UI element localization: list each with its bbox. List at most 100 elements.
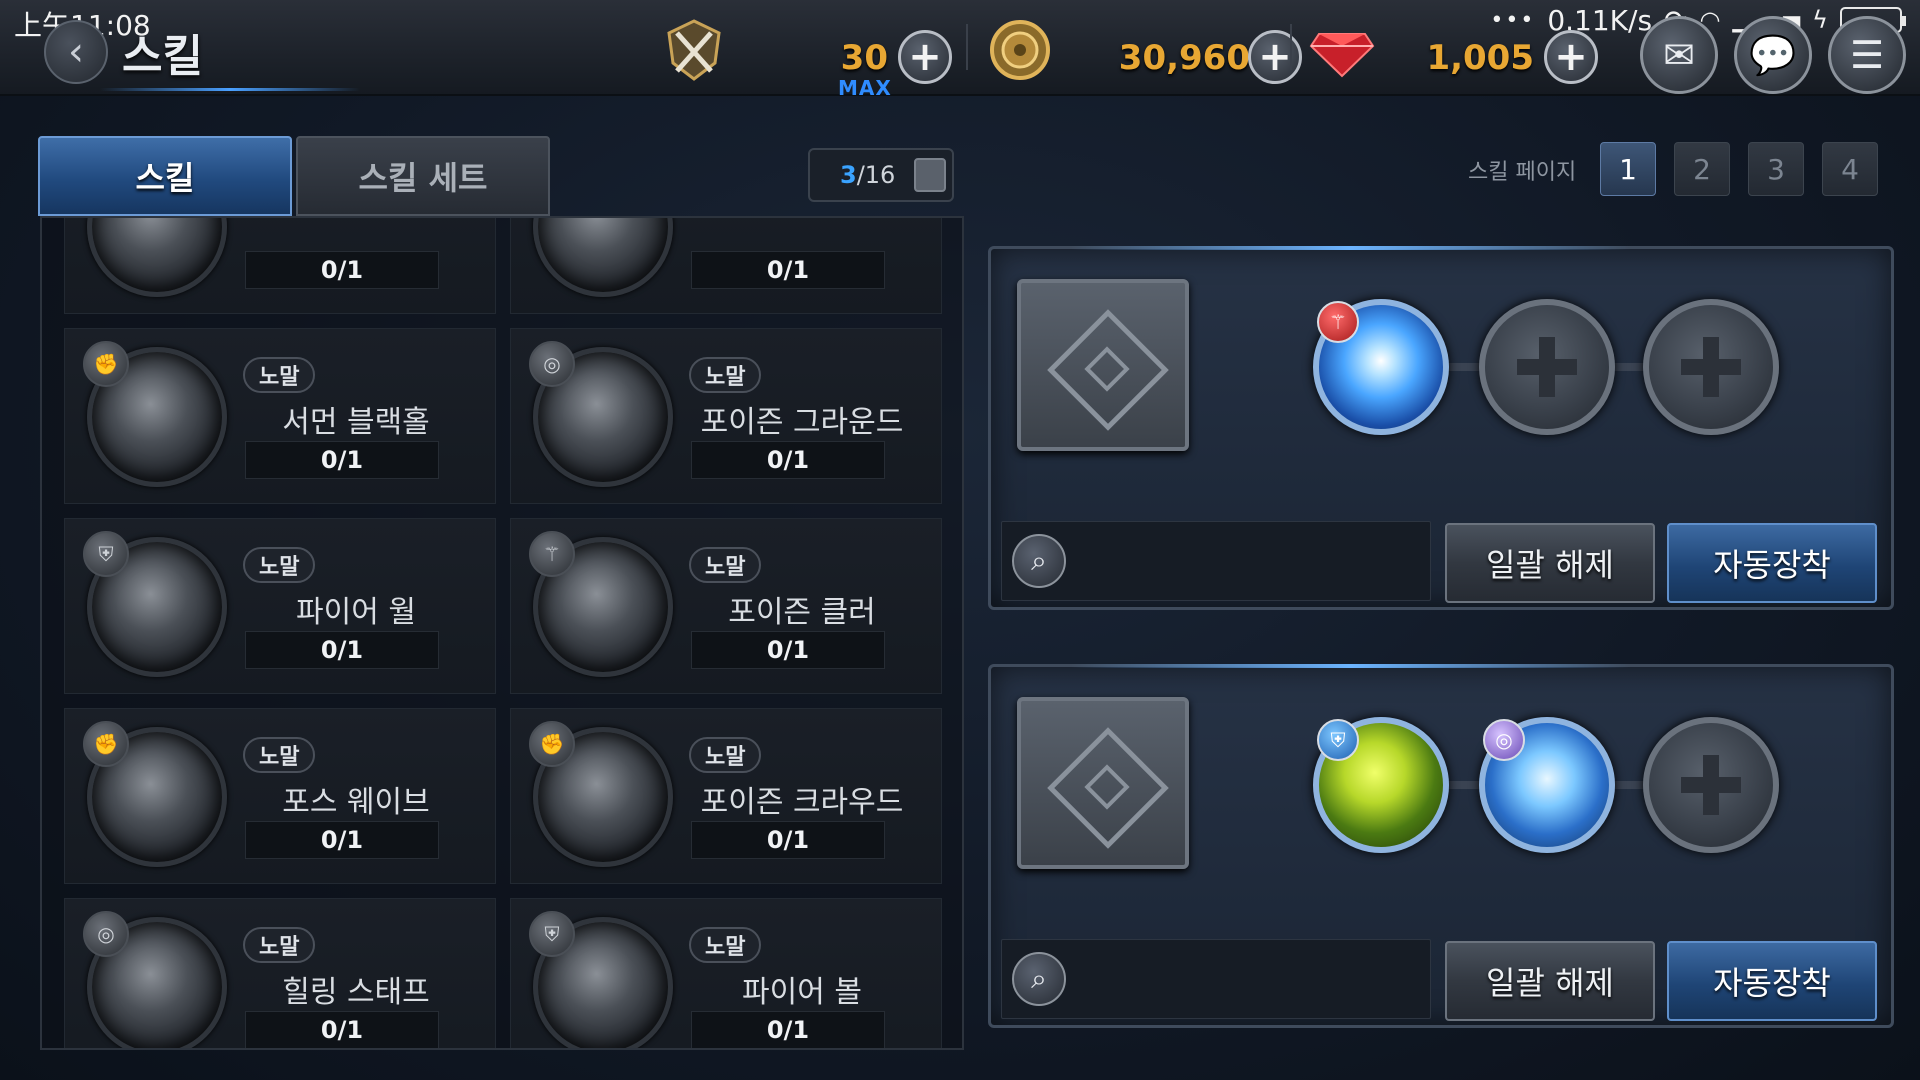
skill-name: 포이즌 크라우드 [700, 785, 904, 820]
search-icon[interactable]: ⌕ [1012, 952, 1066, 1006]
grade-badge: 노말 [243, 927, 316, 963]
skill-level: 0/1 [245, 631, 439, 669]
tab-skill[interactable]: 스킬 [38, 136, 292, 216]
skill-name: 힐링 스태프 [282, 975, 430, 1010]
skill-card-force-wave[interactable]: ✊ 노말 포스 웨이브 0/1 [64, 708, 496, 884]
tab-skill-set[interactable]: 스킬 세트 [296, 136, 550, 216]
skill-count-total: /16 [856, 161, 896, 189]
skill-card[interactable]: 0/1 [510, 218, 942, 314]
gem-resource: 1,005 + [1306, 14, 1636, 84]
skill-card-poison-cloud[interactable]: ✊ 노말 포이즌 크라우드 0/1 [510, 708, 942, 884]
skill-search-field[interactable]: ⌕ [1001, 521, 1431, 601]
stamina-resource: 30 MAX + [650, 14, 952, 100]
set-emblem-icon [1017, 279, 1189, 451]
chat-icon: 💬 [1749, 32, 1797, 77]
skill-slot-2[interactable]: ◎ [1479, 717, 1615, 853]
shield-icon: ⛨ [83, 531, 129, 577]
chat-button[interactable]: 💬 [1734, 16, 1812, 94]
release-all-button[interactable]: 일괄 해제 [1445, 523, 1655, 603]
mail-button[interactable]: ✉ [1640, 16, 1718, 94]
skill-set-panel-2: ⛨ ◎ ⌕ 일괄 해제 자동장착 [988, 664, 1894, 1028]
skill-card-fire-ball[interactable]: ⛨ 노말 파이어 볼 0/1 [510, 898, 942, 1048]
panel-glow [1071, 664, 1631, 668]
menu-icon: ☰ [1849, 33, 1885, 77]
caduceus-icon: ⚚ [1317, 301, 1359, 343]
caduceus-icon: ⚚ [529, 531, 575, 577]
add-gem-button[interactable]: + [1544, 30, 1598, 84]
skill-slot-2-empty[interactable] [1479, 299, 1615, 435]
skill-page-1-button[interactable]: 1 [1600, 142, 1656, 196]
fist-icon: ✊ [83, 341, 129, 387]
gold-value: 30,960 [1118, 38, 1250, 78]
grade-badge: 노말 [689, 357, 762, 393]
skill-card-poison-ground[interactable]: ◎ 노말 포이즌 그라운드 0/1 [510, 328, 942, 504]
skill-set-panel-1: ⚚ ⌕ 일괄 해제 자동장착 [988, 246, 1894, 610]
skill-name: 파이어 볼 [742, 975, 862, 1010]
skill-page-3-button[interactable]: 3 [1748, 142, 1804, 196]
release-all-button[interactable]: 일괄 해제 [1445, 941, 1655, 1021]
mail-icon: ✉ [1663, 33, 1695, 77]
skill-name: 파이어 월 [296, 595, 416, 630]
panel-glow [1071, 246, 1631, 250]
skill-slot-1[interactable]: ⚚ [1313, 299, 1449, 435]
skill-name: 포이즌 클러 [728, 595, 876, 630]
skill-level: 0/1 [245, 1011, 439, 1048]
skill-level: 0/1 [691, 821, 885, 859]
add-gold-button[interactable]: + [1248, 30, 1302, 84]
stamina-max-label: MAX [838, 76, 892, 100]
skill-name: 포스 웨이브 [282, 785, 430, 820]
skill-count-current: 3 [840, 161, 857, 189]
skill-orb-icon [87, 218, 227, 297]
grade-badge: 노말 [689, 737, 762, 773]
fist-icon: ✊ [83, 721, 129, 767]
title-underline [100, 88, 360, 91]
skill-card-fire-wall[interactable]: ⛨ 노말 파이어 월 0/1 [64, 518, 496, 694]
plus-icon: + [908, 34, 942, 80]
skill-list[interactable]: 0/1 0/1 ✊ 노말 서먼 블랙홀 0/1 ◎ 노말 포이즌 그라운드 0/… [40, 216, 964, 1050]
crossed-swords-icon [658, 14, 730, 86]
plus-icon: + [1554, 34, 1588, 80]
skill-card-summon-blackhole[interactable]: ✊ 노말 서먼 블랙홀 0/1 [64, 328, 496, 504]
skill-card[interactable]: 0/1 [64, 218, 496, 314]
auto-equip-button[interactable]: 자동장착 [1667, 523, 1877, 603]
gem-value: 1,005 [1426, 38, 1534, 78]
stamina-value: 30 [840, 38, 888, 78]
top-bar: 上午11:08 ••• 0.11K/s ⟳ ◠ ▁▂▃▅ ϟ ‹ 스킬 30 M… [0, 0, 1920, 100]
shield-icon: ⛨ [529, 911, 575, 957]
skill-slot-1[interactable]: ⛨ [1313, 717, 1449, 853]
shield-icon: ⛨ [1317, 719, 1359, 761]
skill-name: 포이즌 그라운드 [700, 405, 904, 440]
skill-card-poison-claw[interactable]: ⚚ 노말 포이즌 클러 0/1 [510, 518, 942, 694]
grade-badge: 노말 [243, 737, 316, 773]
inventory-icon[interactable] [914, 158, 946, 192]
skill-search-field[interactable]: ⌕ [1001, 939, 1431, 1019]
skill-slot-3-empty[interactable] [1643, 717, 1779, 853]
add-stamina-button[interactable]: + [898, 30, 952, 84]
gold-coin-icon [984, 14, 1056, 86]
chevron-left-icon: ‹ [68, 29, 84, 75]
skill-level: 0/1 [245, 441, 439, 479]
resource-divider [1290, 24, 1292, 70]
skill-level: 0/1 [245, 821, 439, 859]
set-emblem-icon [1017, 697, 1189, 869]
fist-icon: ✊ [529, 721, 575, 767]
menu-button[interactable]: ☰ [1828, 16, 1906, 94]
plus-icon: + [1258, 34, 1292, 80]
swirl-icon: ◎ [83, 911, 129, 957]
skill-level: 0/1 [245, 251, 439, 289]
page-title: 스킬 [122, 31, 203, 82]
search-icon[interactable]: ⌕ [1012, 534, 1066, 588]
grade-badge: 노말 [243, 357, 316, 393]
swirl-icon: ◎ [529, 341, 575, 387]
skill-page-4-button[interactable]: 4 [1822, 142, 1878, 196]
skill-page-2-button[interactable]: 2 [1674, 142, 1730, 196]
auto-equip-button[interactable]: 자동장착 [1667, 941, 1877, 1021]
skill-slot-3-empty[interactable] [1643, 299, 1779, 435]
skill-card-healing-staff[interactable]: ◎ 노말 힐링 스태프 0/1 [64, 898, 496, 1048]
back-button[interactable]: ‹ [44, 20, 108, 84]
skill-level: 0/1 [691, 1011, 885, 1048]
skill-level: 0/1 [691, 631, 885, 669]
swirl-icon: ◎ [1483, 719, 1525, 761]
resource-divider [966, 24, 968, 70]
skill-page-label: 스킬 페이지 [1468, 160, 1577, 185]
